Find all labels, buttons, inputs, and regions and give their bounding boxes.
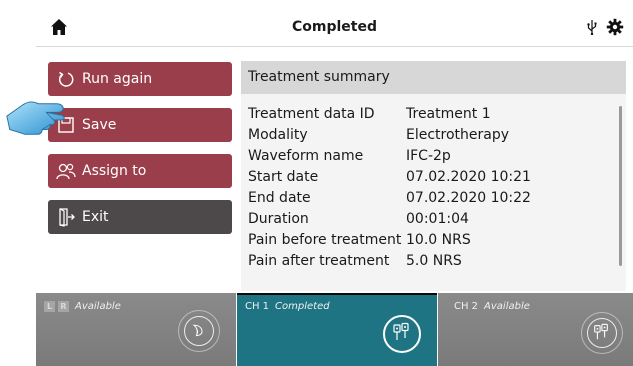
summary-row: Start date 07.02.2020 10:21 [248,169,612,190]
channel-2-status: Available [484,301,530,312]
channel-1-name: CH 1 [245,301,270,312]
assign-to-button[interactable]: Assign to [48,154,232,188]
gear-icon[interactable] [606,18,624,36]
refresh-icon [58,71,74,87]
usb-icon [587,20,597,35]
app-window: Completed Run again Save Assign to Exit … [36,8,633,366]
summary-row-label: Pain after treatment [248,253,390,269]
summary-row-label: Pain before treatment [248,232,402,248]
channel-bar: L R Available CH 1 Completed CH 2 Availa… [36,293,633,366]
assign-to-label: Assign to [82,163,147,179]
channel-2-name: CH 2 [454,301,479,312]
run-again-label: Run again [82,71,153,87]
summary-row: Waveform name IFC-2p [248,148,612,169]
summary-row-value: 00:01:04 [406,211,469,227]
exit-icon [59,208,75,227]
electrodes-icon [594,323,608,340]
summary-row: Duration 00:01:04 [248,211,612,232]
channel-lr[interactable]: L R Available [36,293,236,366]
run-again-button[interactable]: Run again [48,62,232,96]
summary-row-value: 07.02.2020 10:21 [406,169,531,185]
summary-row-label: Modality [248,127,308,143]
summary-row-value: IFC-2p [406,148,451,164]
summary-row-label: Waveform name [248,148,364,164]
r-badge: R [58,301,69,312]
summary-row-label: Duration [248,211,309,227]
exit-button[interactable]: Exit [48,200,232,234]
l-badge: L [44,301,55,312]
summary-row-label: End date [248,190,311,206]
exit-label: Exit [82,209,109,225]
users-icon [56,163,76,180]
summary-row: Pain after treatment 5.0 NRS [248,253,612,274]
treatment-summary-panel: Treatment summary Treatment data ID Treat… [241,61,626,291]
pointing-hand-icon [6,101,65,135]
summary-row: Modality Electrotherapy [248,127,612,148]
page-title: Completed [291,19,377,35]
channel-lr-status: Available [75,301,121,312]
summary-row-label: Treatment data ID [248,106,375,122]
summary-row-label: Start date [248,169,319,185]
channel-1[interactable]: CH 1 Completed [237,293,437,366]
header-bar: Completed [36,8,633,47]
summary-row-value: Treatment 1 [406,106,491,122]
channel-1-status: Completed [275,301,330,312]
summary-row-value: 5.0 NRS [406,253,462,269]
electrodes-icon [393,322,409,340]
summary-row-value: 07.02.2020 10:22 [406,190,531,206]
ultrasound-head-icon [192,324,203,337]
summary-row: Pain before treatment 10.0 NRS [248,232,612,253]
scrollbar[interactable] [619,106,622,266]
channel-2[interactable]: CH 2 Available [438,293,633,366]
summary-row-value: Electrotherapy [406,127,510,143]
panel-title: Treatment summary [241,61,626,94]
summary-row: Treatment data ID Treatment 1 [248,106,612,127]
summary-list: Treatment data ID Treatment 1 Modality Elec… [248,106,612,274]
summary-row-value: 10.0 NRS [406,232,471,248]
summary-row: End date 07.02.2020 10:22 [248,190,612,211]
